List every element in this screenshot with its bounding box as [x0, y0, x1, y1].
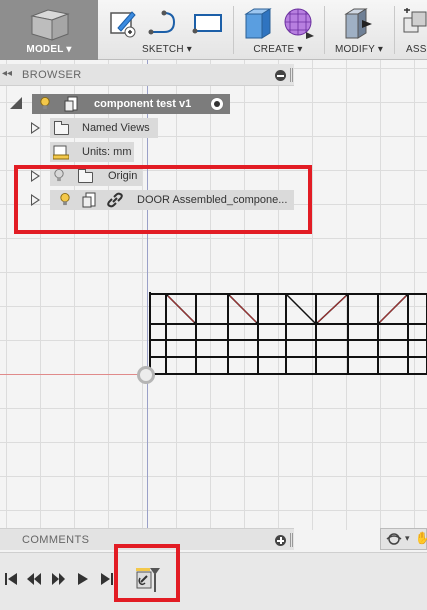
- x-axis-line: [0, 374, 147, 375]
- create-label: CREATE ▾: [253, 44, 303, 55]
- chevron-down-icon[interactable]: ▾: [405, 533, 410, 544]
- toolbar: MODEL ▾ SKETCH ▾ CREATE ▾ MODIFY ▾ ASS: [0, 0, 427, 60]
- pin-icon[interactable]: [290, 533, 293, 547]
- tree-item-named-views[interactable]: Named Views: [50, 118, 158, 138]
- root-component-node[interactable]: component test v1: [32, 94, 230, 114]
- component-icon: [64, 96, 78, 112]
- tree-item-units[interactable]: Units: mm: [50, 142, 134, 162]
- highlight-box-timeline: [114, 544, 180, 602]
- extrude-icon: [244, 8, 272, 39]
- timeline: [0, 552, 427, 610]
- collapse-arrow-icon[interactable]: ◂◂: [2, 68, 12, 79]
- add-comment-icon[interactable]: [275, 535, 286, 546]
- lightbulb-icon[interactable]: [40, 97, 50, 110]
- assemble-label: ASS: [406, 44, 427, 55]
- cube-icon: [30, 9, 70, 41]
- expand-triangle-icon[interactable]: [10, 97, 22, 109]
- orbit-icon[interactable]: [385, 531, 403, 547]
- activate-radio[interactable]: [210, 97, 224, 111]
- form-icon: [284, 8, 314, 39]
- browser-header[interactable]: ◂◂ BROWSER: [0, 64, 294, 86]
- play-icon[interactable]: [50, 571, 66, 587]
- tree-item-label: Units: mm: [82, 146, 132, 158]
- pan-icon[interactable]: ✋: [415, 531, 427, 545]
- highlight-box-browser: [14, 165, 312, 234]
- pin-icon[interactable]: [290, 68, 293, 82]
- door-model[interactable]: [148, 290, 427, 378]
- navigation-bar[interactable]: ▾ ✋: [380, 528, 427, 550]
- sketch-group[interactable]: SKETCH ▾: [104, 0, 230, 60]
- first-icon[interactable]: [4, 571, 18, 587]
- workspace-model-button[interactable]: MODEL ▾: [0, 0, 98, 60]
- modify-group[interactable]: MODIFY ▾: [326, 0, 392, 60]
- folder-icon: [54, 121, 69, 135]
- comments-title: COMMENTS: [22, 534, 90, 546]
- assemble-group[interactable]: ASS: [398, 0, 427, 60]
- sketch-icon: [110, 11, 136, 38]
- joint-icon: [403, 8, 427, 33]
- browser-title: BROWSER: [22, 69, 82, 81]
- modify-label: MODIFY ▾: [334, 44, 384, 55]
- origin-point[interactable]: [137, 366, 155, 384]
- rectangle-icon: [192, 14, 222, 34]
- units-icon: [53, 145, 69, 160]
- sketch-label: SKETCH ▾: [142, 44, 192, 55]
- separator: [324, 6, 325, 54]
- tree-item-label: Named Views: [82, 122, 150, 134]
- next-icon[interactable]: [76, 571, 90, 587]
- press-pull-icon: [344, 8, 372, 39]
- create-group[interactable]: CREATE ▾: [236, 0, 320, 60]
- expand-triangle-icon[interactable]: [31, 122, 40, 134]
- separator: [394, 6, 395, 54]
- root-component-label: component test v1: [94, 98, 192, 110]
- line-icon: [148, 10, 176, 35]
- last-icon[interactable]: [100, 571, 114, 587]
- separator: [233, 6, 234, 54]
- model-label: MODEL ▾: [26, 44, 72, 55]
- minimize-icon[interactable]: [275, 70, 286, 81]
- prev-icon[interactable]: [26, 571, 42, 587]
